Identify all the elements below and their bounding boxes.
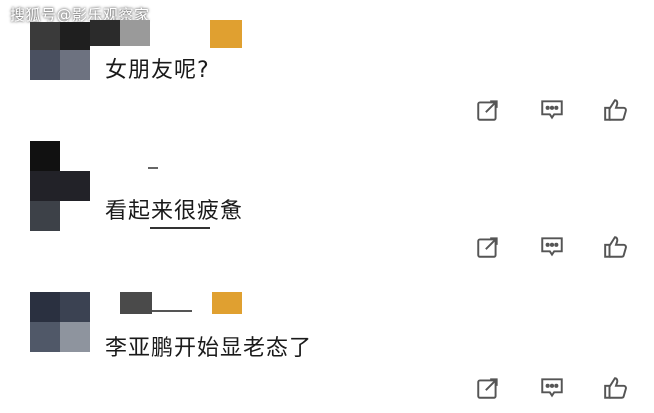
thumbs-up-icon[interactable] bbox=[602, 374, 630, 402]
level-badge bbox=[212, 292, 242, 314]
comment-icon[interactable] bbox=[538, 374, 566, 402]
comment-text: 看起来很疲惫 bbox=[105, 199, 244, 224]
avatar-blurred[interactable] bbox=[30, 292, 90, 352]
comment-actions bbox=[474, 374, 630, 402]
avatar-blurred[interactable] bbox=[30, 22, 90, 80]
avatar-blurred[interactable] bbox=[30, 141, 90, 231]
comment-actions bbox=[474, 96, 630, 124]
comment-text: 女朋友呢? bbox=[105, 58, 210, 83]
comment-item: 女朋友呢? bbox=[0, 0, 654, 135]
share-icon[interactable] bbox=[474, 96, 502, 124]
comment-actions bbox=[474, 233, 630, 261]
username-blurred[interactable] bbox=[90, 20, 150, 46]
comment-text: 李亚鹏开始显老态了 bbox=[105, 336, 313, 361]
thumbs-up-icon[interactable] bbox=[602, 233, 630, 261]
comment-icon[interactable] bbox=[538, 233, 566, 261]
level-badge bbox=[210, 20, 242, 48]
comment-item: 看起来很疲惫 bbox=[0, 135, 654, 280]
username-blurred[interactable] bbox=[120, 292, 152, 314]
username-blurred[interactable] bbox=[148, 167, 158, 169]
share-icon[interactable] bbox=[474, 233, 502, 261]
comment-item: 李亚鹏开始显老态了 bbox=[0, 280, 654, 413]
reply-hint-blurred bbox=[150, 227, 210, 229]
comment-icon[interactable] bbox=[538, 96, 566, 124]
thumbs-up-icon[interactable] bbox=[602, 96, 630, 124]
username-blurred-tail bbox=[152, 310, 192, 312]
share-icon[interactable] bbox=[474, 374, 502, 402]
